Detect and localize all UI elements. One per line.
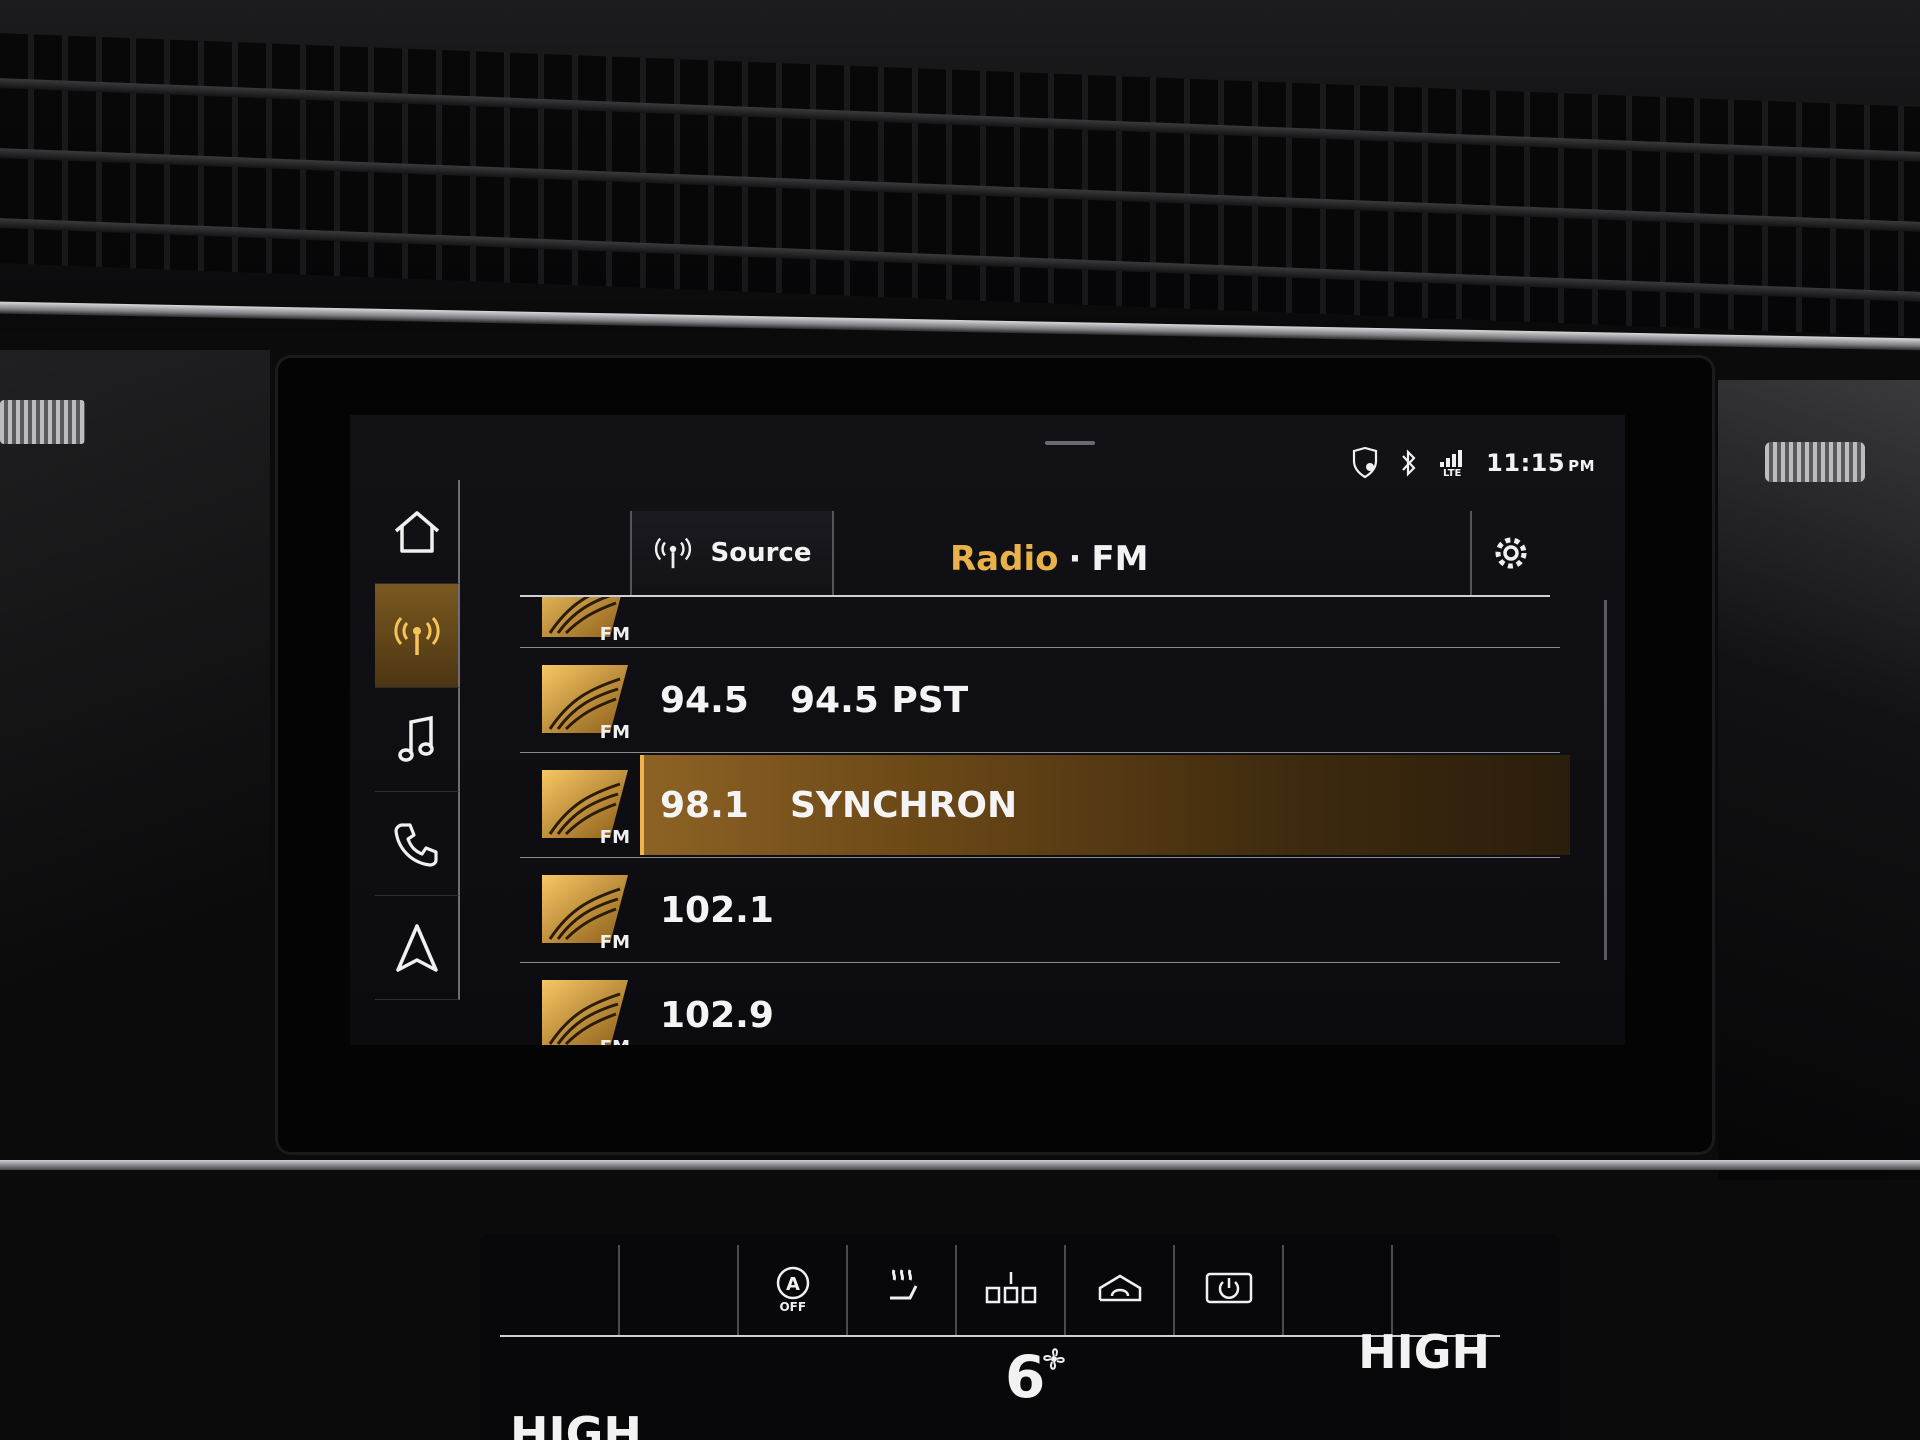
band-label: FM — [599, 624, 630, 645]
station-frequency: 94.5 — [660, 679, 749, 721]
fm-station-logo-icon: FM — [540, 760, 632, 850]
recirculation-icon — [1098, 1274, 1141, 1302]
navigation-arrow-icon — [395, 923, 438, 972]
list-scrollbar[interactable] — [1604, 600, 1607, 960]
svg-text:A: A — [786, 1274, 800, 1295]
infotainment-screen: LTE 11:15 PM Source Radio · FM FM FM 94.… — [350, 415, 1625, 1045]
status-bar: LTE 11:15 PM — [1350, 445, 1595, 481]
climate-slot-2[interactable] — [620, 1245, 740, 1335]
clock: 11:15 PM — [1486, 449, 1595, 477]
fm-station-logo-icon: FM — [540, 865, 632, 955]
clock-ampm: PM — [1568, 457, 1595, 475]
volume-knob[interactable] — [0, 400, 85, 444]
station-frequency: 98.1 — [660, 784, 749, 826]
gear-icon — [1495, 537, 1527, 569]
band-label: FM — [599, 827, 630, 848]
right-zone-level[interactable]: HIGH — [1358, 1325, 1490, 1379]
climate-slot-1[interactable] — [500, 1245, 620, 1335]
radio-antenna-icon — [654, 537, 691, 569]
radio-antenna-icon — [393, 616, 440, 655]
station-frequency: 102.9 — [660, 994, 774, 1036]
clock-time: 11:15 — [1486, 449, 1566, 477]
station-row[interactable]: FM 102.1 — [520, 858, 1560, 963]
source-button[interactable]: Source — [630, 511, 834, 595]
network-label: LTE — [1442, 467, 1462, 479]
dashboard-left-panel — [0, 350, 270, 1170]
fm-station-logo-icon: FM — [540, 655, 632, 745]
main-nav-rail — [375, 480, 460, 1000]
dashboard-right-panel — [1718, 380, 1920, 1180]
power-icon — [1205, 1272, 1252, 1304]
band-label: FM — [599, 932, 630, 953]
page-title: Radio · FM — [950, 539, 1148, 579]
auto-off-label: OFF — [779, 1300, 807, 1314]
nav-media[interactable] — [375, 688, 460, 792]
auto-icon: A — [776, 1266, 810, 1300]
notification-handle[interactable] — [1045, 441, 1095, 445]
climate-power-button[interactable] — [1175, 1245, 1285, 1335]
station-row[interactable]: FM 98.1 SYNCHRON — [520, 753, 1570, 858]
seat-heat-icon — [889, 1269, 918, 1300]
phone-icon — [393, 822, 438, 867]
title-band: FM — [1091, 539, 1149, 579]
fan-icon — [1043, 1348, 1065, 1370]
station-name: 94.5 PST — [790, 679, 969, 721]
tune-knob[interactable] — [1765, 442, 1865, 482]
station-row[interactable]: FM 102.9 — [520, 963, 1560, 1045]
location-shield-icon — [1350, 447, 1380, 479]
bluetooth-icon — [1400, 448, 1418, 478]
chrome-trim-lower — [0, 1160, 1920, 1170]
station-name: SYNCHRON — [790, 784, 1018, 826]
lte-signal-icon: LTE — [1438, 448, 1466, 479]
station-row[interactable]: FM — [520, 597, 1560, 648]
rear-seats-icon — [985, 1272, 1036, 1304]
station-list: FM FM 94.5 94.5 PST FM 98.1 SYNCHRON FM 102.1 FM 1… — [520, 597, 1570, 1045]
seat-climate-button[interactable] — [848, 1245, 958, 1335]
source-label: Source — [710, 538, 812, 568]
climate-panel: A OFF HIGH 6 HIGH — [480, 1235, 1560, 1440]
nav-phone[interactable] — [375, 792, 460, 896]
nav-home[interactable] — [375, 480, 460, 584]
rear-climate-button[interactable] — [957, 1245, 1067, 1335]
band-label: FM — [599, 722, 630, 743]
climate-slot-8[interactable] — [1284, 1245, 1394, 1335]
settings-button[interactable] — [1470, 511, 1550, 595]
radio-header: Source Radio · FM — [520, 495, 1550, 597]
climate-button-bar: A OFF — [500, 1245, 1500, 1337]
recirculation-button[interactable] — [1066, 1245, 1176, 1335]
music-note-icon — [397, 715, 434, 762]
fm-station-logo-icon: FM — [540, 970, 632, 1045]
station-frequency: 102.1 — [660, 889, 774, 931]
band-label: FM — [600, 1037, 630, 1045]
climate-slot-9[interactable] — [1393, 1245, 1500, 1335]
title-main: Radio — [950, 539, 1059, 579]
nav-radio[interactable] — [375, 584, 460, 688]
station-row[interactable]: FM 94.5 94.5 PST — [520, 648, 1560, 753]
fm-station-logo-icon: FM — [540, 597, 632, 647]
title-separator: · — [1068, 539, 1082, 579]
nav-navigation[interactable] — [375, 896, 460, 1000]
auto-off-button[interactable]: A OFF — [739, 1245, 849, 1335]
home-icon — [394, 510, 439, 553]
left-zone-level[interactable]: HIGH — [510, 1407, 642, 1440]
